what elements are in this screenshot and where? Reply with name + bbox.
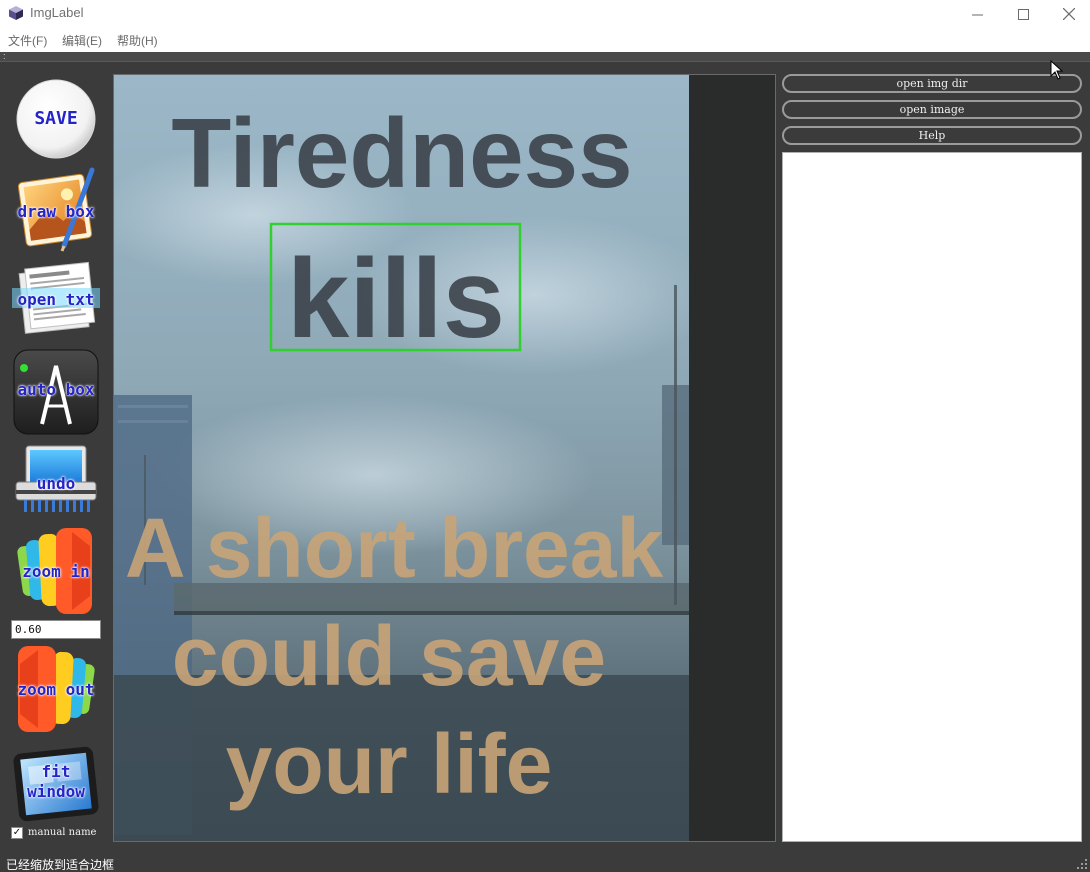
open-txt-button[interactable]: open txt: [12, 258, 100, 340]
image-text-line3: A short break: [125, 501, 664, 595]
image-canvas[interactable]: Tiredness kills A short break could save…: [113, 74, 776, 842]
save-button[interactable]: SAVE: [12, 78, 100, 160]
menu-file[interactable]: 文件(F): [8, 32, 47, 49]
open-txt-label: open txt: [17, 290, 95, 309]
fit-window-button[interactable]: fit window: [12, 744, 100, 824]
menu-edit[interactable]: 编辑(E): [62, 32, 102, 49]
open-image-button[interactable]: open image: [782, 100, 1082, 119]
maximize-button[interactable]: [1000, 0, 1046, 28]
image-text-line2: kills: [287, 236, 505, 361]
fit-window-label-line1: fit: [41, 762, 71, 781]
save-label: SAVE: [34, 108, 78, 129]
minimize-button[interactable]: [954, 0, 1000, 28]
manual-name-label: manual name: [28, 827, 97, 838]
label-list-panel[interactable]: [782, 152, 1082, 842]
zoom-in-label: zoom in: [22, 562, 90, 581]
draw-box-label: draw box: [17, 202, 95, 221]
menu-help[interactable]: 帮助(H): [117, 32, 158, 49]
close-button[interactable]: [1046, 0, 1090, 28]
undo-label: undo: [36, 474, 76, 493]
undo-button[interactable]: undo: [12, 444, 100, 516]
fit-window-label-line2: window: [27, 782, 85, 801]
close-icon: [1063, 8, 1075, 20]
menu-bar: 文件(F) 编辑(E) 帮助(H): [0, 28, 1090, 52]
maximize-icon: [1017, 8, 1029, 20]
minimize-icon: [971, 14, 983, 15]
zoom-out-label: zoom out: [17, 680, 95, 699]
status-bar: 已经缩放到适合边框: [0, 852, 1090, 872]
app-cube-icon: [9, 6, 23, 20]
title-bar: ImgLabel: [0, 0, 1090, 28]
resize-grip-icon[interactable]: [1076, 858, 1088, 870]
open-img-dir-button[interactable]: open img dir: [782, 74, 1082, 93]
manual-name-checkbox[interactable]: ✓: [11, 827, 23, 839]
image-text-line4: could save: [172, 609, 606, 703]
photo-image[interactable]: Tiredness kills A short break could save…: [114, 75, 689, 841]
image-text-line5: your life: [226, 717, 553, 811]
window-title: ImgLabel: [30, 5, 84, 20]
toolbar-strip: [0, 52, 1090, 62]
zoom-in-button[interactable]: zoom in: [12, 526, 100, 616]
help-button[interactable]: Help: [782, 126, 1082, 145]
zoom-out-button[interactable]: zoom out: [12, 644, 100, 734]
auto-box-label: auto box: [17, 380, 95, 399]
zoom-level-input[interactable]: [11, 620, 101, 639]
image-text-line1: Tiredness: [171, 98, 632, 208]
auto-box-button[interactable]: auto box: [12, 346, 100, 436]
status-text: 已经缩放到适合边框: [6, 858, 115, 872]
mouse-cursor-icon: [1050, 60, 1064, 80]
draw-box-button[interactable]: draw box: [12, 166, 100, 252]
toolbar-handle[interactable]: :: [3, 52, 6, 61]
